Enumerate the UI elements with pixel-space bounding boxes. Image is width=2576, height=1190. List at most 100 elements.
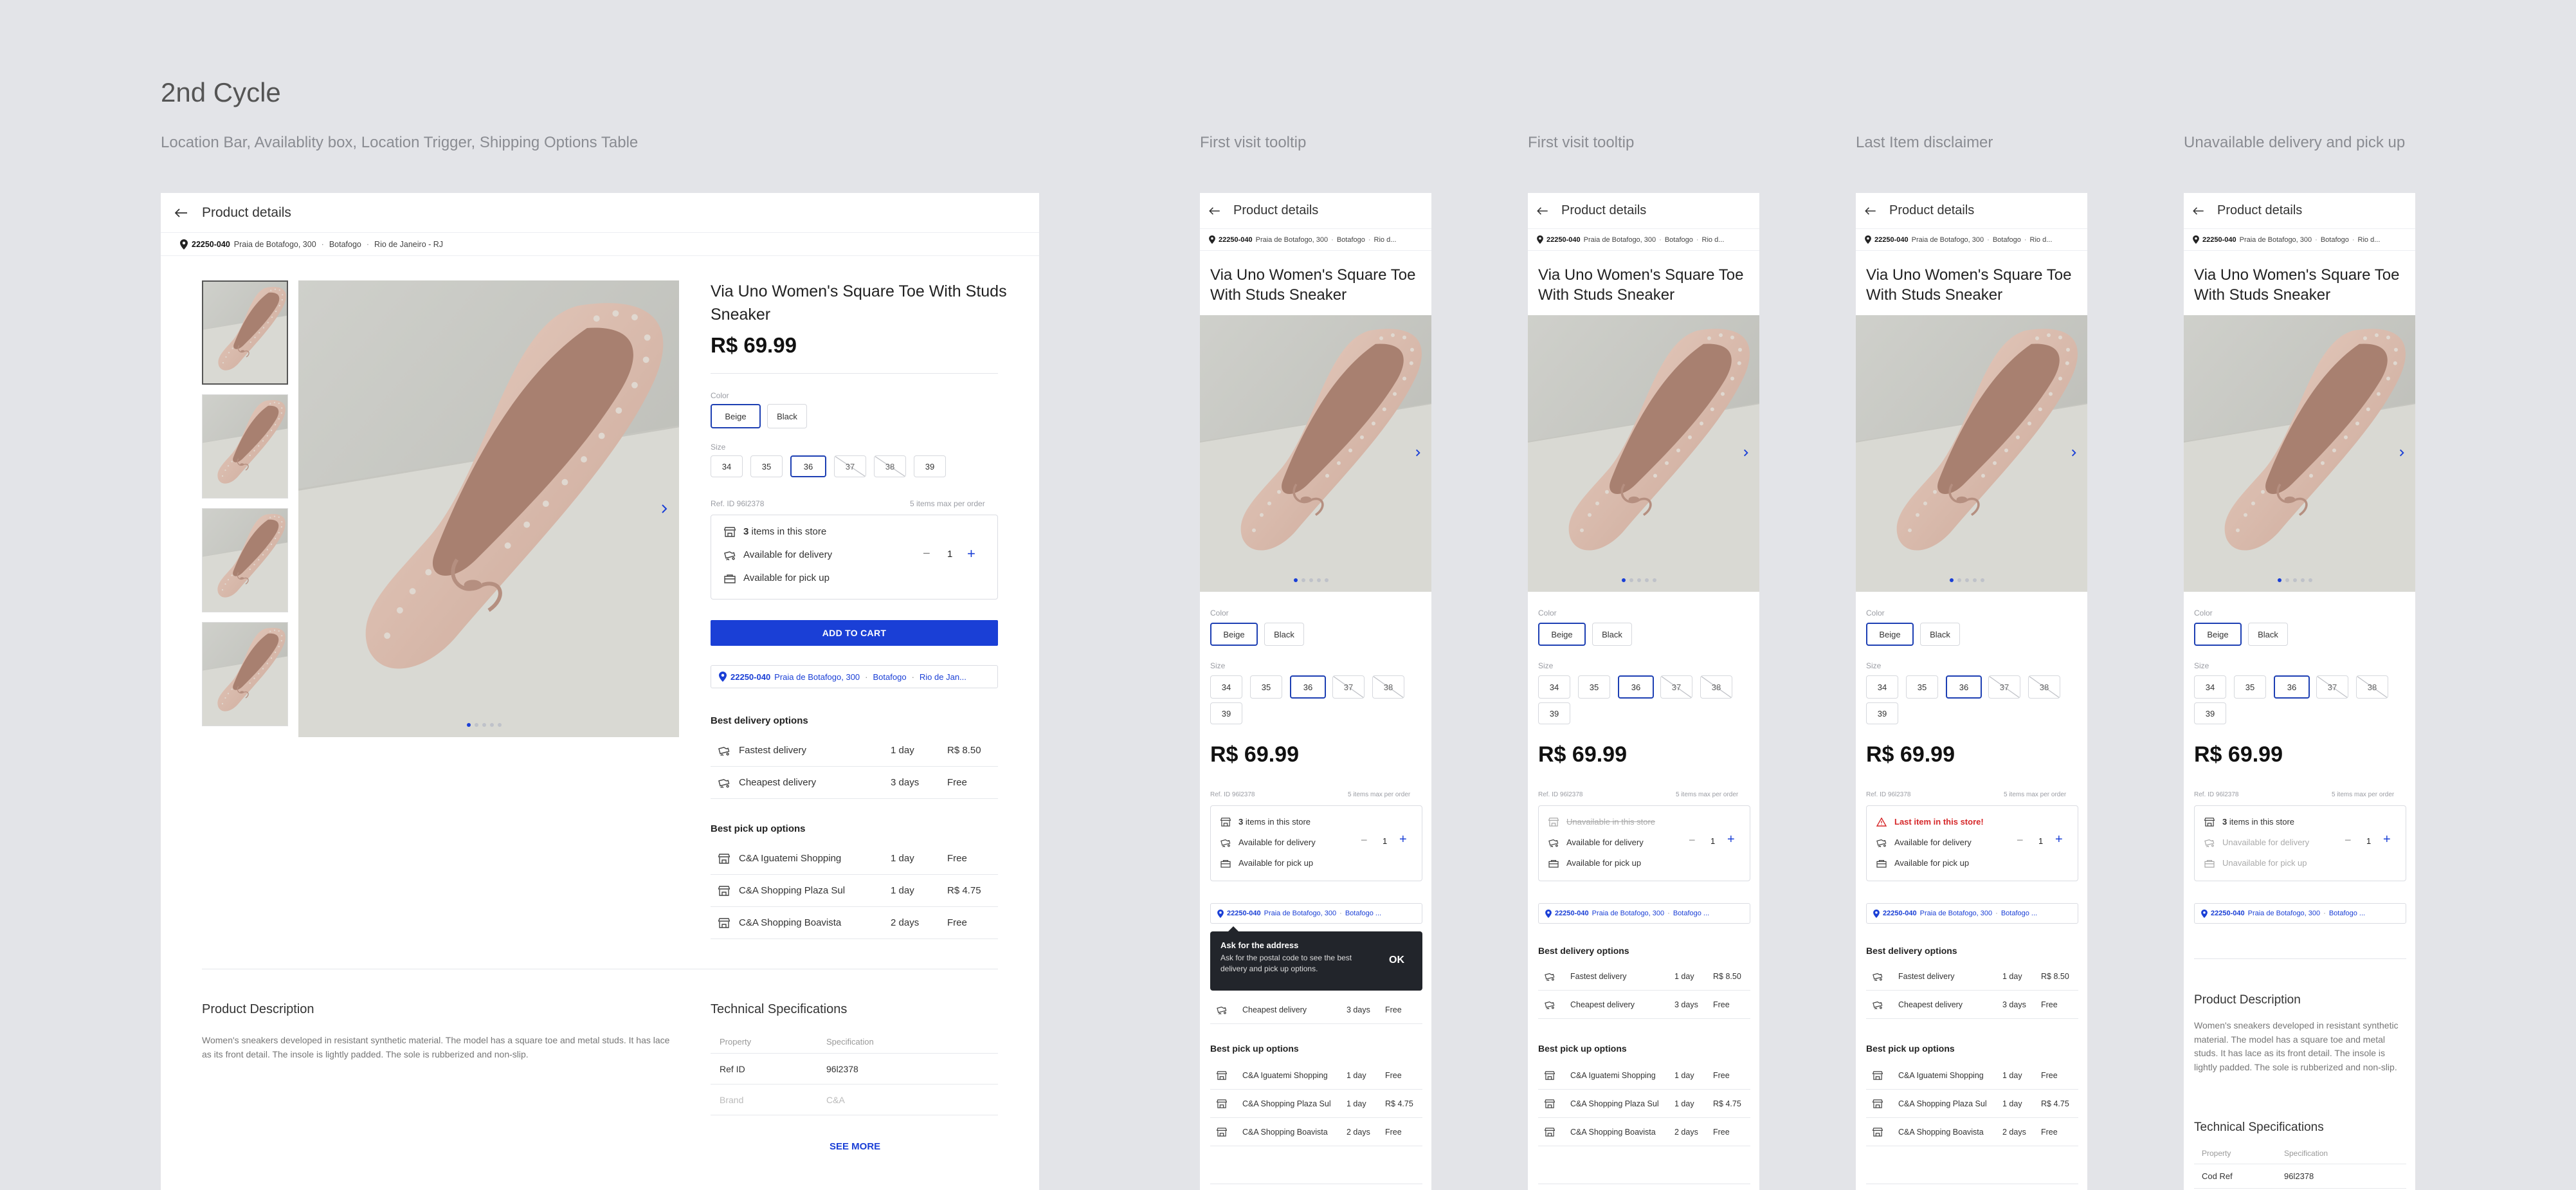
size-35-chip[interactable]: 35 — [1906, 675, 1938, 699]
size-34-chip[interactable]: 34 — [1538, 675, 1570, 699]
tooltip-body: Ask for the postal code to see the best … — [1220, 953, 1352, 973]
size-36-chip[interactable]: 36 — [2274, 675, 2310, 699]
next-image-chevron-icon[interactable] — [1741, 448, 1750, 461]
next-image-chevron-icon[interactable] — [2397, 448, 2406, 461]
thumbnail-3[interactable] — [202, 508, 288, 612]
qty-plus-button[interactable]: + — [967, 545, 975, 562]
location-trigger[interactable]: 22250-040 Praia de Botafogo, 300 · Botafogo… — [1538, 903, 1750, 924]
location-street: Praia de Botafogo, 300 — [233, 239, 316, 249]
size-38-chip[interactable]: 38 — [874, 455, 906, 477]
location-trigger[interactable]: 22250-040 Praia de Botafogo, 300 · Botafogo… — [711, 665, 998, 688]
back-arrow-icon[interactable] — [1865, 204, 1879, 218]
size-38-chip[interactable]: 38 — [2028, 675, 2060, 699]
size-36-chip[interactable]: 36 — [1946, 675, 1982, 699]
size-39-chip[interactable]: 39 — [1538, 702, 1570, 724]
size-34-chip[interactable]: 34 — [2194, 675, 2226, 699]
product-title: Via Uno Women's Square Toe With Studs Sn… — [2194, 266, 2400, 304]
color-black-chip[interactable]: Black — [1264, 623, 1304, 646]
size-37-chip[interactable]: 37 — [2316, 675, 2348, 699]
size-34-chip[interactable]: 34 — [711, 455, 743, 477]
availability-store-row: 3 items in this store — [1220, 817, 1311, 827]
see-more-link[interactable]: SEE MORE — [830, 1141, 880, 1152]
thumbnail-1[interactable] — [202, 280, 288, 385]
qty-minus-button[interactable]: − — [923, 547, 930, 562]
qty-plus-button[interactable]: + — [1727, 832, 1735, 847]
size-34-chip[interactable]: 34 — [1866, 675, 1898, 699]
size-38-chip[interactable]: 38 — [1372, 675, 1404, 699]
size-35-chip[interactable]: 35 — [1250, 675, 1282, 699]
store-icon — [1545, 1099, 1555, 1108]
availability-pickup-row: Available for pick up — [1876, 858, 1969, 868]
truck-icon — [1545, 972, 1555, 981]
image-carousel-dots[interactable] — [1950, 578, 1984, 582]
color-black-chip[interactable]: Black — [767, 404, 807, 428]
back-arrow-icon[interactable] — [2193, 204, 2207, 218]
location-bar[interactable]: 22250-040 Praia de Botafogo, 300 · Botafogo… — [1856, 229, 2087, 251]
location-trigger[interactable]: 22250-040 Praia de Botafogo, 300 · Botafogo… — [2194, 903, 2406, 924]
size-35-chip[interactable]: 35 — [1578, 675, 1610, 699]
size-36-chip[interactable]: 36 — [790, 455, 826, 477]
back-arrow-icon[interactable] — [1209, 204, 1223, 218]
qty-minus-button[interactable]: − — [2017, 834, 2024, 847]
size-38-chip[interactable]: 38 — [1700, 675, 1732, 699]
qty-minus-button[interactable]: − — [2345, 834, 2352, 847]
next-image-chevron-icon[interactable] — [658, 503, 670, 515]
thumbnail-2[interactable] — [202, 394, 288, 499]
color-beige-chip[interactable]: Beige — [711, 404, 761, 428]
location-trigger[interactable]: 22250-040 Praia de Botafogo, 300 · Botafogo… — [1866, 903, 2078, 924]
qty-minus-button[interactable]: − — [1689, 834, 1696, 847]
qty-plus-button[interactable]: + — [2055, 832, 2063, 847]
image-carousel-dots[interactable] — [1294, 578, 1329, 582]
color-beige-chip[interactable]: Beige — [2194, 623, 2242, 646]
back-arrow-icon[interactable] — [175, 206, 189, 220]
store-icon — [718, 886, 730, 896]
qty-plus-button[interactable]: + — [1399, 832, 1407, 847]
size-35-chip[interactable]: 35 — [750, 455, 783, 477]
availability-delivery-row: Available for delivery — [1876, 838, 1972, 847]
pickup-row-1: C&A Iguatemi Shopping 1 day Free — [1866, 1061, 2078, 1090]
tooltip-ok-button[interactable]: OK — [1389, 955, 1404, 966]
availability-store-row: 3 items in this store — [2204, 817, 2294, 827]
back-arrow-icon[interactable] — [1537, 204, 1551, 218]
size-39-chip[interactable]: 39 — [1866, 702, 1898, 724]
next-image-chevron-icon[interactable] — [2069, 448, 2078, 461]
size-37-chip[interactable]: 37 — [834, 455, 866, 477]
location-bar[interactable]: 22250-040 Praia de Botafogo, 300 · Botafogo… — [1528, 229, 1759, 251]
location-bar[interactable]: 22250-040 Praia de Botafogo, 300 · Botafogo… — [2184, 229, 2415, 251]
add-to-cart-button[interactable]: ADD TO CART — [711, 620, 998, 646]
size-39-chip[interactable]: 39 — [2194, 702, 2226, 724]
color-black-chip[interactable]: Black — [2248, 623, 2288, 646]
size-38-chip[interactable]: 38 — [2356, 675, 2388, 699]
image-carousel-dots[interactable] — [467, 723, 502, 727]
color-beige-chip[interactable]: Beige — [1210, 623, 1258, 646]
color-black-chip[interactable]: Black — [1920, 623, 1960, 646]
color-black-chip[interactable]: Black — [1592, 623, 1632, 646]
delivery-options-title: Best delivery options — [1866, 946, 1957, 956]
color-beige-chip[interactable]: Beige — [1538, 623, 1586, 646]
thumbnail-4[interactable] — [202, 622, 288, 726]
color-label: Color — [1538, 609, 1557, 618]
image-carousel-dots[interactable] — [2278, 578, 2312, 582]
qty-plus-button[interactable]: + — [2383, 832, 2391, 847]
size-37-chip[interactable]: 37 — [1332, 675, 1365, 699]
size-34-chip[interactable]: 34 — [1210, 675, 1242, 699]
color-beige-chip[interactable]: Beige — [1866, 623, 1914, 646]
description-title: Product Description — [2194, 993, 2301, 1007]
size-39-chip[interactable]: 39 — [914, 455, 946, 477]
product-main-image — [1528, 315, 1759, 592]
size-36-chip[interactable]: 36 — [1290, 675, 1326, 699]
qty-minus-button[interactable]: − — [1361, 834, 1368, 847]
location-bar[interactable]: 22250-040 Praia de Botafogo, 300 · Botafo… — [161, 233, 1039, 256]
next-image-chevron-icon[interactable] — [1413, 448, 1422, 461]
location-trigger[interactable]: 22250-040 Praia de Botafogo, 300 · Botafogo… — [1210, 903, 1422, 924]
location-pin-icon — [1537, 235, 1543, 244]
size-37-chip[interactable]: 37 — [1660, 675, 1692, 699]
location-bar[interactable]: 22250-040 Praia de Botafogo, 300 · Botafogo… — [1200, 229, 1431, 251]
size-35-chip[interactable]: 35 — [2234, 675, 2266, 699]
size-36-chip[interactable]: 36 — [1618, 675, 1654, 699]
size-39-chip[interactable]: 39 — [1210, 702, 1242, 724]
product-title: Via Uno Women's Square Toe With Studs Sn… — [1210, 266, 1416, 304]
size-37-chip[interactable]: 37 — [1988, 675, 2020, 699]
image-carousel-dots[interactable] — [1622, 578, 1656, 582]
mobile-frame-1: Product details 22250-040 Praia de Botafog… — [1200, 193, 1431, 1190]
